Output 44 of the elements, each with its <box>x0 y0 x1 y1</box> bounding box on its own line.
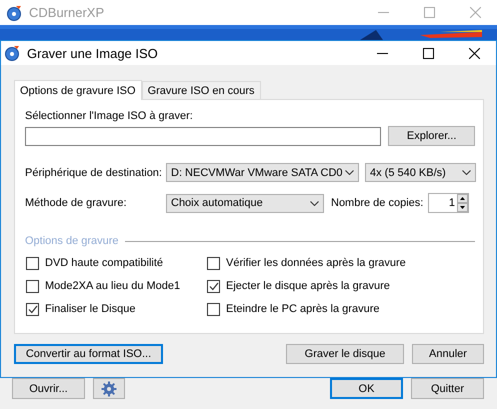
checkbox-label: DVD haute compatibilité <box>45 257 164 269</box>
checkbox-label: Mode2XA au lieu du Mode1 <box>45 280 180 292</box>
close-icon[interactable] <box>469 48 480 58</box>
method-dropdown[interactable]: Choix automatique <box>166 194 324 212</box>
open-button[interactable]: Ouvrir... <box>12 378 85 399</box>
checkbox-label: Finaliser le Disque <box>45 303 136 315</box>
dialog-title: Graver une Image ISO <box>27 46 159 60</box>
field-label: Périphérique de destination: <box>25 166 163 178</box>
disc-icon <box>4 45 20 61</box>
checkbox-label: Eteindre le PC après la gravure <box>226 303 380 315</box>
speed-dropdown[interactable]: 4x (5 540 KB/s) <box>365 163 476 182</box>
burn-button[interactable]: Graver le disque <box>286 344 404 364</box>
gear-icon <box>101 380 117 396</box>
field-label: Nombre de copies: <box>331 197 424 209</box>
field-label: Sélectionner l'Image ISO à graver: <box>25 110 193 122</box>
arrow-up-icon[interactable] <box>457 194 468 203</box>
settings-button[interactable] <box>93 378 125 399</box>
checkbox[interactable] <box>207 256 220 270</box>
window-title: CDBurnerXP <box>29 5 106 20</box>
checkbox-label: Vérifier les données après la gravure <box>226 257 406 269</box>
iso-path-field[interactable] <box>25 126 382 146</box>
checkbox[interactable] <box>207 280 220 292</box>
checkbox[interactable] <box>26 280 39 292</box>
cancel-button[interactable]: Annuler <box>412 344 484 364</box>
checkbox[interactable] <box>207 302 220 316</box>
device-dropdown[interactable]: D: NECVMWar VMware SATA CD0 <box>166 163 359 182</box>
checkbox-label: Ejecter le disque après la gravure <box>226 280 390 292</box>
chevron-down-icon <box>462 170 471 175</box>
arrow-down-icon[interactable] <box>457 203 468 212</box>
group-title: Options de gravure <box>25 235 119 247</box>
browse-button[interactable]: Explorer... <box>388 126 475 146</box>
quit-button[interactable]: Quitter <box>411 378 484 399</box>
copies-spinner[interactable]: 1 <box>428 193 469 213</box>
tab[interactable]: Gravure ISO en cours <box>142 81 261 99</box>
checkbox[interactable] <box>26 302 39 316</box>
tab[interactable]: Options de gravure ISO <box>14 80 142 100</box>
field-label: Méthode de gravure: <box>25 197 128 209</box>
maximize-icon[interactable] <box>423 48 434 58</box>
convert-button[interactable]: Convertir au format ISO... <box>14 344 163 364</box>
ok-button[interactable]: OK <box>330 378 403 399</box>
disc-icon <box>6 4 22 20</box>
chevron-down-icon <box>345 170 354 175</box>
checkbox[interactable] <box>26 256 39 270</box>
chevron-down-icon <box>310 200 319 206</box>
